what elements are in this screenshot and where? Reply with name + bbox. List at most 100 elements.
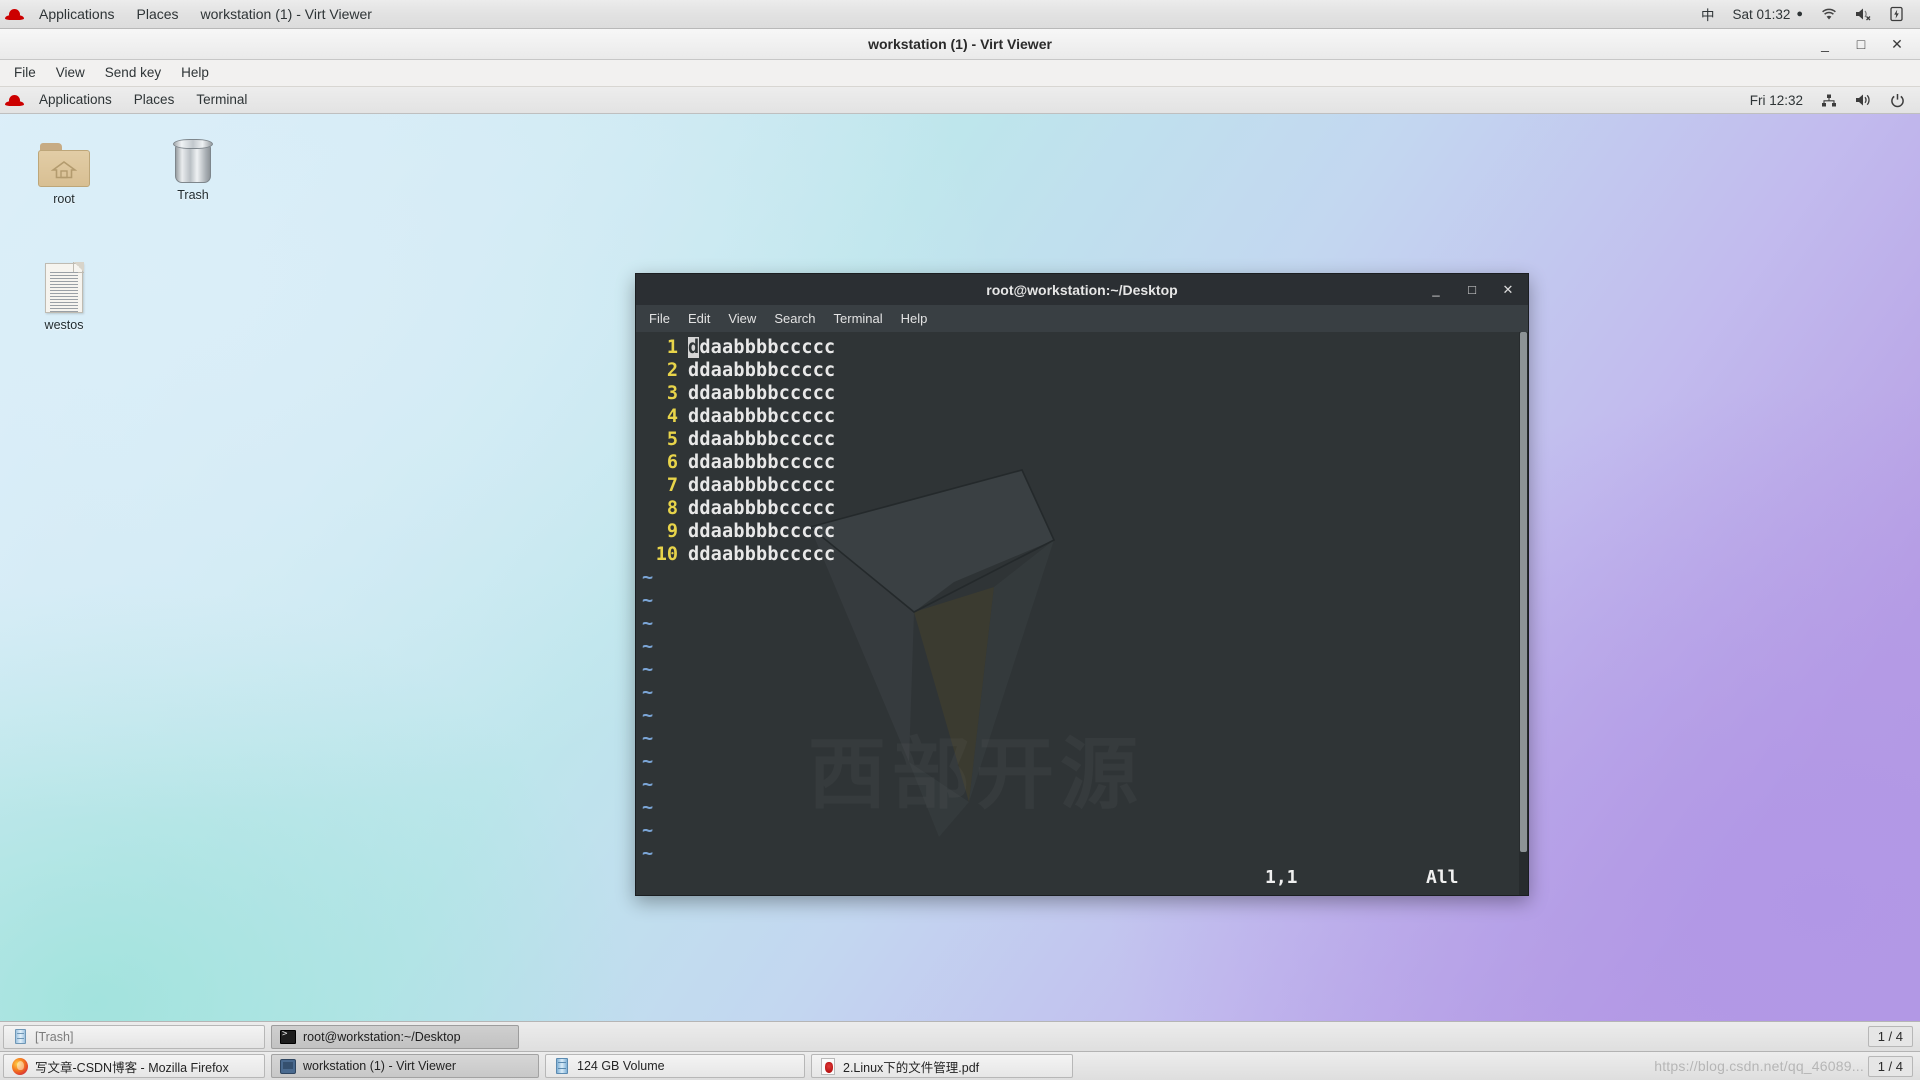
host-top-panel-status-area: 中 Sat 01:32 ●	[1692, 0, 1920, 28]
tilde-marker: ~	[642, 797, 654, 818]
terminal-window[interactable]: root@workstation:~/Desktop _ □ ✕ File Ed…	[635, 273, 1529, 896]
virt-viewer-icon	[280, 1058, 296, 1074]
guest-desktop[interactable]: Applications Places Terminal Fri 12:32 r…	[0, 87, 1920, 1051]
taskbar-item-terminal[interactable]: root@workstation:~/Desktop	[271, 1024, 519, 1049]
vim-cursor-position: 1,1	[1265, 867, 1298, 888]
virt-viewer-window-controls: _ □ ✕	[1818, 36, 1920, 53]
vim-editor[interactable]: 1 ddaabbbbccccc 2 ddaabbbbccccc 3 ddaabb…	[636, 332, 1528, 865]
network-icon[interactable]	[1812, 94, 1846, 107]
line-text: ddaabbbbccccc	[688, 383, 836, 404]
trash-icon	[145, 127, 241, 183]
terminal-menu-search[interactable]: Search	[765, 306, 824, 332]
terminal-window-controls: _ □ ✕	[1430, 282, 1528, 298]
line-text: ddaabbbbccccc	[688, 336, 835, 359]
recording-dot-icon: ●	[1796, 8, 1803, 20]
line-number: 4	[666, 406, 678, 427]
editor-line: 1 ddaabbbbccccc	[636, 336, 1528, 359]
guest-redhat-logo-icon[interactable]	[0, 87, 28, 114]
vv-menu-send-key[interactable]: Send key	[95, 60, 171, 86]
host-taskbar-item-pdf[interactable]: 2.Linux下的文件管理.pdf	[811, 1054, 1073, 1078]
terminal-close-button[interactable]: ✕	[1502, 282, 1514, 298]
line-number: 2	[666, 360, 678, 381]
line-number: 8	[666, 498, 678, 519]
virt-viewer-title: workstation (1) - Virt Viewer	[868, 36, 1052, 52]
wifi-icon[interactable]	[1812, 0, 1846, 28]
vim-scroll-indicator: All	[1426, 867, 1459, 888]
tilde-marker: ~	[642, 751, 654, 772]
close-button[interactable]: ✕	[1890, 36, 1904, 53]
tilde-marker: ~	[642, 843, 654, 864]
editor-empty-line: ~	[636, 819, 1528, 842]
guest-menu-places[interactable]: Places	[123, 87, 186, 113]
pdf-icon	[820, 1057, 836, 1075]
redhat-logo-icon[interactable]	[0, 0, 28, 28]
editor-line: 7 ddaabbbbccccc	[636, 474, 1528, 497]
line-text: ddaabbbbccccc	[688, 429, 836, 450]
screen: Applications Places workstation (1) - Vi…	[0, 0, 1920, 1080]
host-active-window-title[interactable]: workstation (1) - Virt Viewer	[190, 0, 383, 28]
guest-workspace-indicator[interactable]: 1 / 4	[1867, 1026, 1913, 1047]
editor-empty-line: ~	[636, 796, 1528, 819]
editor-empty-line: ~	[636, 727, 1528, 750]
host-taskbar-item-label: 2.Linux下的文件管理.pdf	[843, 1060, 980, 1075]
minimize-button[interactable]: _	[1818, 36, 1832, 52]
terminal-minimize-button[interactable]: _	[1430, 282, 1442, 297]
firefox-icon	[12, 1057, 28, 1075]
line-text: ddaabbbbccccc	[688, 452, 836, 473]
host-taskbar-item-firefox[interactable]: 写文章-CSDN博客 - Mozilla Firefox	[3, 1054, 265, 1078]
line-text: ddaabbbbccccc	[688, 544, 836, 565]
host-taskbar-item-virt-viewer[interactable]: workstation (1) - Virt Viewer	[271, 1054, 539, 1078]
host-clock-label: Sat 01:32	[1732, 6, 1791, 22]
vv-menu-file[interactable]: File	[4, 60, 46, 86]
line-number: 1	[666, 337, 678, 358]
volume-muted-icon[interactable]	[1846, 0, 1881, 28]
ime-indicator[interactable]: 中	[1692, 0, 1724, 28]
editor-empty-line: ~	[636, 773, 1528, 796]
host-clock[interactable]: Sat 01:32 ●	[1724, 0, 1812, 28]
desktop-icon-trash[interactable]: Trash	[145, 127, 241, 203]
tilde-marker: ~	[642, 636, 654, 657]
host-taskbar-item-label: workstation (1) - Virt Viewer	[303, 1059, 457, 1073]
editor-line: 10 ddaabbbbccccc	[636, 543, 1528, 566]
editor-line: 9 ddaabbbbccccc	[636, 520, 1528, 543]
line-number: 6	[666, 452, 678, 473]
terminal-menu-file[interactable]: File	[640, 306, 679, 332]
guest-top-panel: Applications Places Terminal Fri 12:32	[0, 87, 1920, 114]
host-menu-applications[interactable]: Applications	[28, 0, 126, 28]
terminal-body[interactable]: 西部开源 1 ddaabbbbccccc 2 ddaabbbbccccc 3	[635, 332, 1529, 896]
terminal-titlebar[interactable]: root@workstation:~/Desktop _ □ ✕	[635, 273, 1529, 305]
vim-cursor: d	[688, 337, 700, 358]
power-icon[interactable]	[1881, 93, 1914, 108]
battery-charging-icon[interactable]	[1881, 0, 1912, 28]
guest-volume-icon[interactable]	[1846, 93, 1881, 107]
line-number: 9	[666, 521, 678, 542]
guest-taskbar: [Trash] root@workstation:~/Desktop 1 / 4	[0, 1021, 1920, 1051]
desktop-icon-root[interactable]: root	[16, 131, 112, 207]
editor-empty-line: ~	[636, 750, 1528, 773]
host-workspace-indicator[interactable]: 1 / 4	[1867, 1055, 1913, 1077]
guest-clock[interactable]: Fri 12:32	[1741, 93, 1812, 108]
host-menu-places[interactable]: Places	[126, 0, 190, 28]
tilde-marker: ~	[642, 820, 654, 841]
guest-menu-terminal[interactable]: Terminal	[185, 87, 258, 113]
host-taskbar-item-volume[interactable]: 124 GB Volume	[545, 1054, 805, 1078]
terminal-menu-help[interactable]: Help	[892, 306, 937, 332]
line-number: 5	[666, 429, 678, 450]
terminal-title: root@workstation:~/Desktop	[986, 281, 1178, 298]
terminal-menu-edit[interactable]: Edit	[679, 306, 719, 332]
guest-menu-applications[interactable]: Applications	[28, 87, 123, 113]
editor-line: 3 ddaabbbbccccc	[636, 382, 1528, 405]
text-document-icon	[16, 255, 112, 313]
volume-drive-icon	[554, 1058, 570, 1074]
vv-menu-view[interactable]: View	[46, 60, 95, 86]
terminal-menu-view[interactable]: View	[719, 306, 765, 332]
tilde-marker: ~	[642, 567, 654, 588]
terminal-maximize-button[interactable]: □	[1466, 282, 1478, 297]
taskbar-item-trash[interactable]: [Trash]	[3, 1024, 265, 1049]
desktop-icon-westos[interactable]: westos	[16, 255, 112, 333]
maximize-button[interactable]: □	[1854, 36, 1868, 52]
virt-viewer-titlebar[interactable]: workstation (1) - Virt Viewer _ □ ✕	[0, 29, 1920, 60]
terminal-menu-terminal[interactable]: Terminal	[825, 306, 892, 332]
vv-menu-help[interactable]: Help	[171, 60, 219, 86]
editor-line: 2 ddaabbbbccccc	[636, 359, 1528, 382]
